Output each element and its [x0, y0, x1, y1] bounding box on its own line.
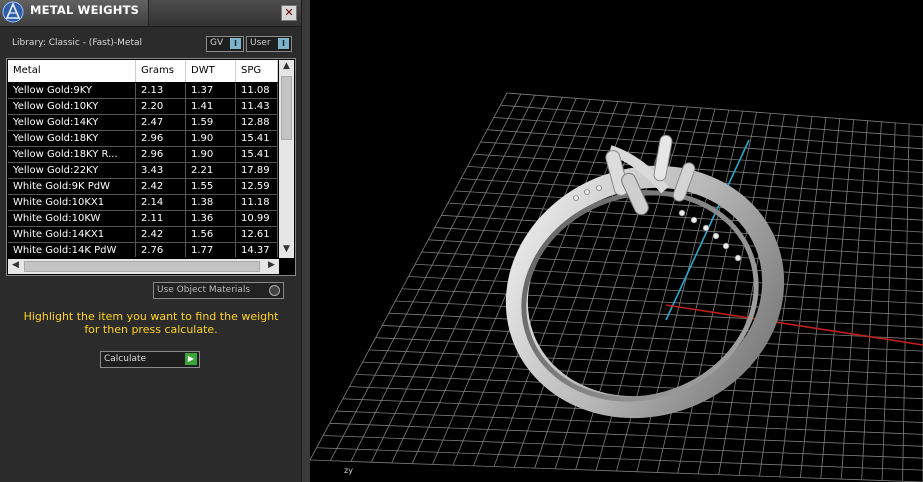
spg-cell: 15.41 [236, 131, 278, 146]
table-row[interactable]: White Gold:9K PdW 2.42 1.55 12.59 [8, 179, 278, 195]
chevron-left-icon[interactable]: ◀ [8, 260, 23, 270]
metal-cell: White Gold:14K PdW [8, 243, 136, 257]
dwt-cell: 1.41 [186, 99, 236, 114]
gv-toggle-label: GV [210, 38, 224, 48]
user-toggle-indicator: I [278, 38, 289, 49]
spg-cell: 12.88 [236, 115, 278, 130]
grams-cell: 2.47 [136, 115, 186, 130]
calculate-label: Calculate [104, 354, 147, 364]
instruction-text: Highlight the item you want to find the … [23, 310, 279, 336]
table-header: Metal Grams DWT SPG [8, 60, 278, 82]
gv-toggle-indicator: I [230, 38, 241, 49]
column-header-dwt[interactable]: DWT [186, 60, 236, 82]
table-row[interactable]: Yellow Gold:18KY R... 2.96 1.90 15.41 [8, 147, 278, 163]
horizontal-scrollbar[interactable]: ◀ ▶ [8, 259, 279, 274]
viewport-canvas [310, 92, 923, 482]
metal-weights-table: Metal Grams DWT SPG Yellow Gold:9KY 2.13 1… [6, 58, 296, 276]
spg-cell: 12.59 [236, 179, 278, 194]
grams-cell: 2.76 [136, 243, 186, 257]
grams-cell: 2.20 [136, 99, 186, 114]
vertical-scroll-thumb[interactable] [281, 76, 292, 140]
metal-cell: Yellow Gold:9KY [8, 83, 136, 98]
ring-model [505, 134, 785, 419]
table-row[interactable]: Yellow Gold:22KY 3.43 2.21 17.89 [8, 163, 278, 179]
column-header-metal[interactable]: Metal [8, 60, 136, 82]
column-header-spg[interactable]: SPG [236, 60, 278, 82]
dwt-cell: 1.55 [186, 179, 236, 194]
spg-cell: 11.18 [236, 195, 278, 210]
grams-cell: 2.42 [136, 179, 186, 194]
metal-cell: White Gold:10KX1 [8, 195, 136, 210]
spg-cell: 15.41 [236, 147, 278, 162]
spg-cell: 11.43 [236, 99, 278, 114]
panel-title: METAL WEIGHTS [30, 3, 140, 17]
dwt-cell: 1.36 [186, 211, 236, 226]
grams-cell: 2.14 [136, 195, 186, 210]
matrix-logo-icon [2, 1, 24, 23]
table-row[interactable]: White Gold:10KX1 2.14 1.38 11.18 [8, 195, 278, 211]
panel-title-tab[interactable]: METAL WEIGHTS [0, 0, 149, 26]
dwt-cell: 1.37 [186, 83, 236, 98]
grams-cell: 2.13 [136, 83, 186, 98]
chevron-right-icon[interactable]: ▶ [264, 260, 279, 270]
table-row[interactable]: Yellow Gold:9KY 2.13 1.37 11.08 [8, 83, 278, 99]
grams-cell: 2.11 [136, 211, 186, 226]
panel-titlebar: METAL WEIGHTS ✕ [0, 0, 301, 27]
table-row[interactable]: Yellow Gold:18KY 2.96 1.90 15.41 [8, 131, 278, 147]
metal-cell: White Gold:9K PdW [8, 179, 136, 194]
metal-cell: White Gold:14KX1 [8, 227, 136, 242]
user-toggle[interactable]: User I [246, 36, 292, 52]
grams-cell: 3.43 [136, 163, 186, 178]
spg-cell: 10.99 [236, 211, 278, 226]
dwt-cell: 1.38 [186, 195, 236, 210]
spg-cell: 12.61 [236, 227, 278, 242]
grams-cell: 2.96 [136, 131, 186, 146]
calculate-button[interactable]: Calculate ▶ [100, 351, 200, 368]
vertical-scrollbar[interactable]: ▲ ▼ [279, 60, 294, 258]
table-row[interactable]: White Gold:10KW 2.11 1.36 10.99 [8, 211, 278, 227]
metal-cell: Yellow Gold:14KY [8, 115, 136, 130]
dwt-cell: 1.56 [186, 227, 236, 242]
dwt-cell: 1.90 [186, 147, 236, 162]
library-label: Library: Classic - (Fast)-Metal [12, 38, 143, 48]
grams-cell: 2.42 [136, 227, 186, 242]
spg-cell: 11.08 [236, 83, 278, 98]
table-row[interactable]: White Gold:14KX1 2.42 1.56 12.61 [8, 227, 278, 243]
metal-cell: White Gold:10KW [8, 211, 136, 226]
horizontal-scroll-thumb[interactable] [24, 261, 260, 272]
chevron-up-icon[interactable]: ▲ [279, 61, 294, 71]
use-object-materials-label: Use Object Materials [157, 285, 251, 295]
table-body: Yellow Gold:9KY 2.13 1.37 11.08 Yellow Gold:… [8, 83, 278, 257]
chevron-down-icon[interactable]: ▼ [279, 244, 294, 254]
3d-viewport[interactable] [310, 0, 923, 482]
dwt-cell: 2.21 [186, 163, 236, 178]
dwt-cell: 1.90 [186, 131, 236, 146]
metal-cell: Yellow Gold:18KY [8, 131, 136, 146]
spg-cell: 17.89 [236, 163, 278, 178]
dwt-cell: 1.77 [186, 243, 236, 257]
metal-cell: Yellow Gold:10KY [8, 99, 136, 114]
play-arrow-icon: ▶ [185, 353, 197, 365]
use-object-materials-option[interactable]: Use Object Materials [153, 282, 284, 299]
axis-indicator: zy [344, 466, 353, 475]
table-row[interactable]: Yellow Gold:10KY 2.20 1.41 11.43 [8, 99, 278, 115]
metal-cell: Yellow Gold:22KY [8, 163, 136, 178]
metal-weights-panel: METAL WEIGHTS ✕ Library: Classic - (Fast… [0, 0, 302, 482]
table-row[interactable]: Yellow Gold:14KY 2.47 1.59 12.88 [8, 115, 278, 131]
table-row[interactable]: White Gold:14K PdW 2.76 1.77 14.37 [8, 243, 278, 257]
gv-toggle[interactable]: GV I [206, 36, 244, 52]
column-header-grams[interactable]: Grams [136, 60, 186, 82]
grams-cell: 2.96 [136, 147, 186, 162]
metal-cell: Yellow Gold:18KY R... [8, 147, 136, 162]
close-icon[interactable]: ✕ [281, 5, 297, 21]
dwt-cell: 1.59 [186, 115, 236, 130]
use-object-materials-radio[interactable] [269, 285, 280, 296]
user-toggle-label: User [250, 38, 271, 48]
spg-cell: 14.37 [236, 243, 278, 257]
